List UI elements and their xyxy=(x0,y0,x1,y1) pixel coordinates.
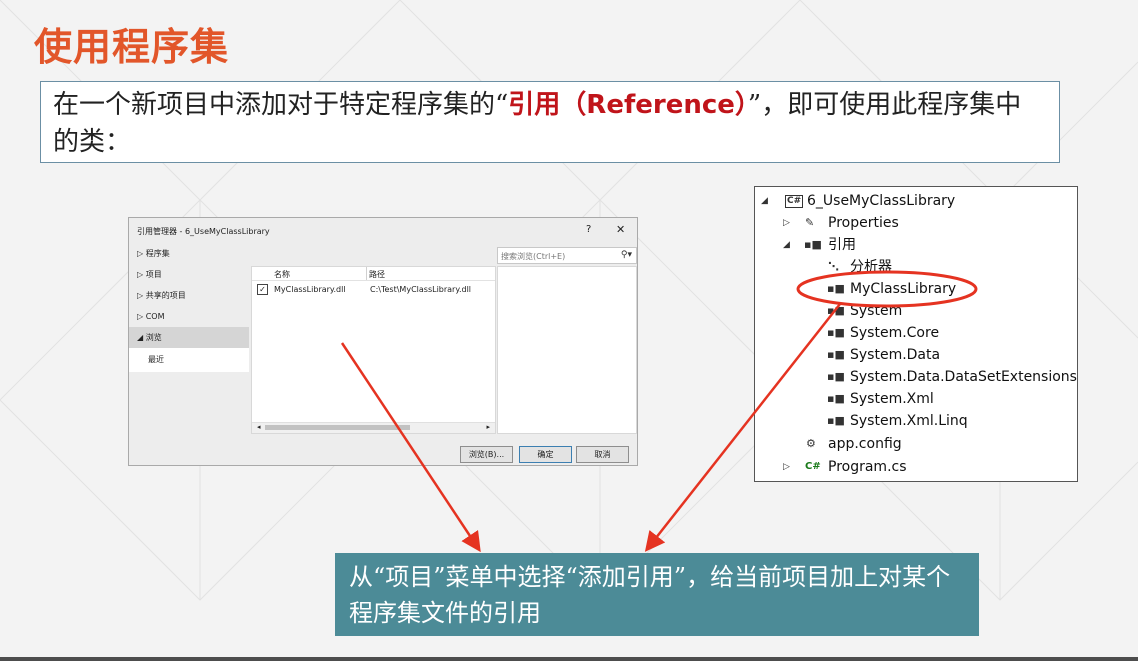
nav-item-projects[interactable]: ▷ 项目 xyxy=(129,264,249,285)
analyzer-icon: ⋱ xyxy=(828,260,839,273)
help-button[interactable]: ? xyxy=(586,224,591,235)
nav-item-shared-projects[interactable]: ▷ 共享的项目 xyxy=(129,285,249,306)
tree-item-label: System.Data.DataSetExtensions xyxy=(850,369,1077,385)
reference-icon: ▪■ xyxy=(827,282,845,295)
nav-item-assemblies[interactable]: ▷ 程序集 xyxy=(129,243,249,264)
list-header: 名称 路径 xyxy=(252,267,495,281)
nav-item-label: 程序集 xyxy=(145,249,170,258)
column-header-path[interactable]: 路径 xyxy=(369,269,385,280)
reference-icon: ▪■ xyxy=(827,304,845,317)
intro-highlight: 引用（Reference） xyxy=(508,90,748,120)
search-input[interactable]: 搜索浏览(Ctrl+E) ⚲▾ xyxy=(497,247,637,264)
tree-item-label: 分析器 xyxy=(850,259,892,275)
wrench-icon: ✎ xyxy=(805,216,815,229)
horizontal-scrollbar[interactable]: ◂ ▸ xyxy=(252,422,495,433)
expand-arrow-icon: ▷ xyxy=(137,312,144,321)
slide-bottom-border xyxy=(0,657,1138,661)
collapse-arrow-icon[interactable]: ◢ xyxy=(783,235,790,255)
config-file-icon: ⚙ xyxy=(806,437,816,450)
collapse-arrow-icon[interactable]: ◢ xyxy=(761,191,768,211)
nav-item-com[interactable]: ▷ COM xyxy=(129,306,249,327)
intro-text-before: 在一个新项目中添加对于特定程序集的“ xyxy=(53,90,509,120)
reference-list: 名称 路径 ✓ MyClassLibrary.dll C:\Test\MyCla… xyxy=(251,266,496,434)
nav-item-label: 共享的项目 xyxy=(145,291,186,300)
csharp-project-icon: C# xyxy=(785,195,804,208)
expand-arrow-icon[interactable]: ▷ xyxy=(783,457,790,477)
tree-item-label: System.Data xyxy=(850,347,941,363)
reference-name: MyClassLibrary.dll xyxy=(274,285,346,294)
detail-pane xyxy=(497,266,637,434)
expand-arrow-icon: ▷ xyxy=(137,249,144,258)
nav-item-label: COM xyxy=(145,312,165,321)
tree-item-label: Properties xyxy=(828,215,899,231)
dialog-nav: ▷ 程序集 ▷ 项目 ▷ 共享的项目 ▷ COM ◢ 浏览 最近 xyxy=(129,243,249,372)
cancel-button[interactable]: 取消 xyxy=(576,446,629,463)
csharp-file-icon: C# xyxy=(805,461,821,472)
column-header-name[interactable]: 名称 xyxy=(274,269,290,280)
tree-item-label: System.Xml.Linq xyxy=(850,413,968,429)
list-item[interactable]: ✓ MyClassLibrary.dll C:\Test\MyClassLibr… xyxy=(252,283,495,296)
tree-item-label: 引用 xyxy=(828,237,856,253)
slide-title: 使用程序集 xyxy=(34,25,230,69)
tree-item-label: app.config xyxy=(828,436,902,452)
tree-item-label: System xyxy=(850,303,903,319)
scrollbar-thumb[interactable] xyxy=(265,425,410,430)
nav-item-recent[interactable]: 最近 xyxy=(129,348,249,372)
browse-button[interactable]: 浏览(B)... xyxy=(460,446,513,463)
reference-icon: ▪■ xyxy=(827,370,845,383)
reference-icon: ▪■ xyxy=(827,392,845,405)
scroll-left-icon[interactable]: ◂ xyxy=(257,423,261,431)
nav-item-label: 项目 xyxy=(145,270,162,279)
reference-icon: ▪■ xyxy=(827,326,845,339)
tree-item-label: Program.cs xyxy=(828,459,907,475)
nav-item-label: 浏览 xyxy=(145,333,162,342)
nav-item-browse[interactable]: ◢ 浏览 xyxy=(129,327,249,348)
reference-icon: ▪■ xyxy=(804,238,822,251)
note-box: 从“项目”菜单中选择“添加引用”，给当前项目加上对某个程序集文件的引用 xyxy=(335,553,979,636)
search-icon[interactable]: ⚲▾ xyxy=(621,250,632,260)
tree-item-label: 6_UseMyClassLibrary xyxy=(807,193,956,209)
reference-icon: ▪■ xyxy=(827,348,845,361)
close-button[interactable]: ✕ xyxy=(616,223,625,236)
expand-arrow-icon: ▷ xyxy=(137,291,144,300)
ok-button[interactable]: 确定 xyxy=(519,446,572,463)
scroll-right-icon[interactable]: ▸ xyxy=(486,423,490,431)
dialog-title: 引用管理器 - 6_UseMyClassLibrary xyxy=(137,227,270,236)
expand-arrow-icon[interactable]: ▷ xyxy=(783,213,790,233)
intro-box: 在一个新项目中添加对于特定程序集的“引用（Reference）”，即可使用此程序… xyxy=(40,81,1060,163)
column-divider[interactable] xyxy=(366,267,367,280)
expand-arrow-icon: ▷ xyxy=(137,270,144,279)
search-placeholder: 搜索浏览(Ctrl+E) xyxy=(501,252,566,261)
reference-checkbox[interactable]: ✓ xyxy=(257,284,268,295)
reference-icon: ▪■ xyxy=(827,414,845,427)
reference-path: C:\Test\MyClassLibrary.dll xyxy=(370,285,472,294)
tree-item-label: System.Core xyxy=(850,325,940,341)
solution-explorer-tree: ◢ C# 6_UseMyClassLibrary ▷ ✎ Properties … xyxy=(754,186,1078,482)
tree-item-label: System.Xml xyxy=(850,391,934,407)
collapse-arrow-icon: ◢ xyxy=(137,333,144,342)
reference-manager-dialog: 引用管理器 - 6_UseMyClassLibrary ? ✕ ▷ 程序集 ▷ … xyxy=(128,217,638,466)
tree-item-label: MyClassLibrary xyxy=(850,281,957,297)
